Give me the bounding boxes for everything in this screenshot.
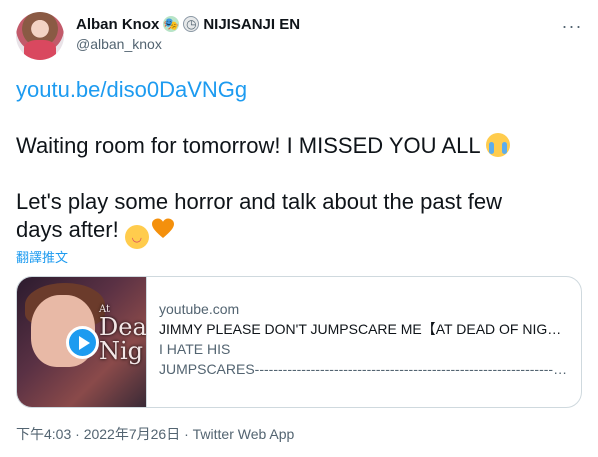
smiling-face-icon: ◡ xyxy=(124,225,149,249)
affiliation[interactable]: NIJISANJI EN xyxy=(203,16,300,33)
display-name[interactable]: Alban Knox xyxy=(76,16,159,33)
more-options-icon[interactable]: ··· xyxy=(562,16,582,36)
tweet-line-2b-text: days after! xyxy=(16,217,119,242)
user-names: Alban Knox 🎭 ◷ NIJISANJI EN @alban_knox xyxy=(76,14,300,53)
card-domain: youtube.com xyxy=(159,301,240,317)
crying-face-icon xyxy=(485,133,510,157)
play-icon[interactable] xyxy=(66,326,99,359)
avatar[interactable] xyxy=(16,12,64,60)
clock-icon: ◷ xyxy=(183,16,200,32)
orange-heart-icon xyxy=(151,218,174,238)
tweet-line-2b: days after! ◡ xyxy=(16,216,582,249)
video-thumbnail[interactable]: At Dea Nig xyxy=(17,277,147,407)
youtube-link[interactable]: youtu.be/diso0DaVNGg xyxy=(16,76,582,104)
tweet-metadata[interactable]: 下午4:03 · 2022年7月26日 · Twitter Web App xyxy=(16,424,294,444)
card-text: youtube.com JIMMY PLEASE DON'T JUMPSCARE… xyxy=(159,299,571,379)
performing-arts-icon: 🎭 xyxy=(163,16,180,32)
card-description-line-2: JUMPSCARES------------------------------… xyxy=(159,361,571,377)
tweet-header: Alban Knox 🎭 ◷ NIJISANJI EN @alban_knox … xyxy=(16,12,582,60)
name-row: Alban Knox 🎭 ◷ NIJISANJI EN xyxy=(76,14,300,34)
card-description-line-1: I HATE HIS xyxy=(159,341,231,357)
thumbnail-title-line2: Nig xyxy=(99,337,144,365)
tweet-line-1-text: Waiting room for tomorrow! I MISSED YOU … xyxy=(16,133,480,158)
thumbnail-title: At Dea Nig xyxy=(99,305,146,365)
translate-tweet-link[interactable]: 翻譯推文 xyxy=(16,247,68,266)
user-handle[interactable]: @alban_knox xyxy=(76,36,300,52)
card-description: I HATE HIS JUMPSCARES-------------------… xyxy=(159,339,571,379)
tweet-line-2a: Let's play some horror and talk about th… xyxy=(16,189,503,214)
tweet-text: youtu.be/diso0DaVNGg Waiting room for to… xyxy=(16,76,582,249)
tweet-line-1: Waiting room for tomorrow! I MISSED YOU … xyxy=(16,132,582,160)
card-title: JIMMY PLEASE DON'T JUMPSCARE ME【AT DEAD … xyxy=(159,321,571,337)
link-preview-card[interactable]: At Dea Nig youtube.com JIMMY PLEASE DON'… xyxy=(16,276,582,408)
